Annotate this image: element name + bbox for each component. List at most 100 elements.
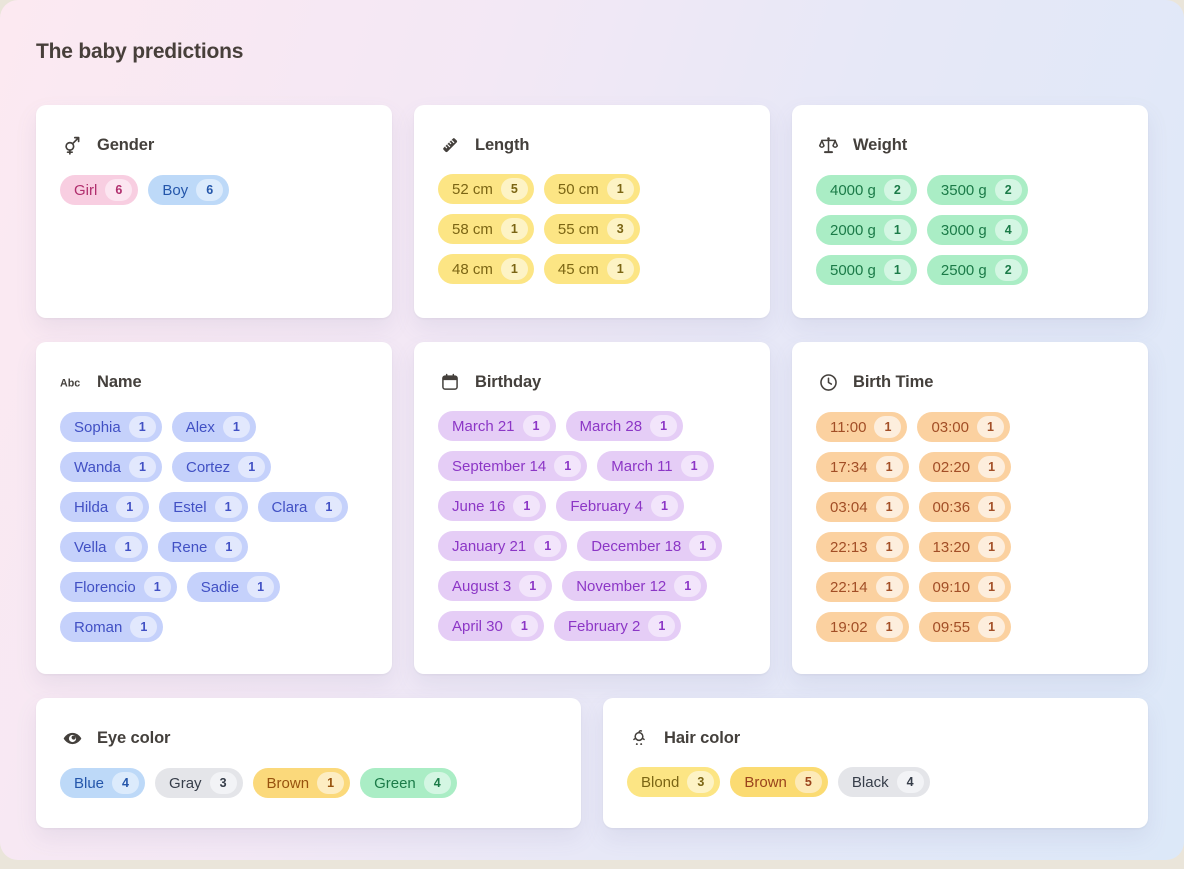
prediction-pill[interactable]: Blue4: [60, 768, 145, 798]
prediction-pill[interactable]: June 161: [438, 491, 546, 521]
prediction-pill[interactable]: 13:20 1: [919, 532, 1012, 562]
prediction-pill[interactable]: 09:101: [919, 572, 1012, 602]
prediction-pill[interactable]: Wanda1: [60, 452, 162, 482]
card-title: Hair color: [664, 729, 740, 748]
prediction-pill[interactable]: Clara1: [258, 492, 349, 522]
pill-label: February 2: [568, 619, 641, 634]
prediction-pill[interactable]: Girl6: [60, 175, 138, 205]
prediction-pill[interactable]: Alex1: [172, 412, 256, 442]
prediction-pill[interactable]: 3000 g4: [927, 215, 1028, 245]
prediction-pill[interactable]: Sophia1: [60, 412, 162, 442]
pill-count-badge: 1: [876, 456, 903, 478]
pill-count-badge: 1: [978, 536, 1005, 558]
pill-row: Girl6 Boy 6: [60, 175, 368, 205]
pill-label: Sophia: [74, 420, 121, 435]
pill-label: Florencio: [74, 580, 136, 595]
pill-count-badge: 1: [681, 455, 708, 477]
prediction-pill[interactable]: Green4: [360, 768, 457, 798]
prediction-pill[interactable]: 5000 g1: [816, 255, 917, 285]
pill-label: 22:14: [830, 580, 868, 595]
pill-row: 4000 g2 3500 g2: [816, 175, 1124, 205]
prediction-pill[interactable]: Boy 6: [148, 175, 229, 205]
pill-group: Girl6 Boy 6: [60, 175, 368, 205]
card-header: Hair color: [627, 728, 1124, 748]
letters-icon: Abc: [60, 372, 84, 393]
prediction-pill[interactable]: Brown5: [730, 767, 828, 797]
pill-row: 58 cm1 55 cm3: [438, 214, 746, 244]
prediction-pill[interactable]: 4000 g2: [816, 175, 917, 205]
pill-label: Boy: [162, 183, 188, 198]
prediction-pill[interactable]: Vella1: [60, 532, 148, 562]
prediction-pill[interactable]: Florencio 1: [60, 572, 177, 602]
prediction-pill[interactable]: December 181: [577, 531, 722, 561]
pill-label: Brown: [267, 776, 310, 791]
prediction-pill[interactable]: March 281: [566, 411, 684, 441]
prediction-pill[interactable]: 2500 g2: [927, 255, 1028, 285]
prediction-pill[interactable]: 11:001: [816, 412, 907, 442]
prediction-pill[interactable]: Estel1: [159, 492, 247, 522]
pill-label: 3500 g: [941, 183, 987, 198]
prediction-pill[interactable]: 52 cm5: [438, 174, 534, 204]
pill-label: 03:00: [931, 420, 969, 435]
pill-count-badge: 1: [130, 616, 157, 638]
prediction-pill[interactable]: 09:551: [919, 612, 1012, 642]
prediction-pill[interactable]: Roman1: [60, 612, 163, 642]
pill-count-badge: 1: [144, 576, 171, 598]
pill-label: Green: [374, 776, 416, 791]
pill-row: September 141 March 111: [438, 451, 746, 481]
prediction-pill[interactable]: 03:041: [816, 492, 909, 522]
pill-row: Florencio 1 Sadie1: [60, 572, 368, 602]
pill-count-badge: 1: [978, 496, 1005, 518]
pill-label: 48 cm: [452, 262, 493, 277]
prediction-pill[interactable]: 45 cm1: [544, 254, 640, 284]
prediction-pill[interactable]: November 121: [562, 571, 707, 601]
prediction-pill[interactable]: 3500 g2: [927, 175, 1028, 205]
prediction-pill[interactable]: 17:341: [816, 452, 909, 482]
pill-row: 17:341 02:201: [816, 452, 1124, 482]
prediction-pill[interactable]: 22:131: [816, 532, 909, 562]
pill-count-badge: 6: [196, 179, 223, 201]
prediction-pill[interactable]: 48 cm1: [438, 254, 534, 284]
prediction-pill[interactable]: April 301: [438, 611, 544, 641]
pill-count-badge: 1: [215, 536, 242, 558]
prediction-pill[interactable]: 02:201: [919, 452, 1012, 482]
pill-count-badge: 1: [884, 219, 911, 241]
prediction-pill[interactable]: January 211: [438, 531, 567, 561]
prediction-pill[interactable]: February 21: [554, 611, 682, 641]
ruler-icon: [438, 135, 462, 155]
pill-count-badge: 1: [534, 535, 561, 557]
prediction-pill[interactable]: 2000 g1: [816, 215, 917, 245]
pill-label: 03:04: [830, 500, 868, 515]
prediction-pill[interactable]: 22:141: [816, 572, 909, 602]
pill-count-badge: 1: [977, 416, 1004, 438]
prediction-pill[interactable]: 19:021: [816, 612, 909, 642]
prediction-pill[interactable]: September 141: [438, 451, 587, 481]
pill-row: 52 cm5 50 cm1: [438, 174, 746, 204]
prediction-pill[interactable]: Gray3: [155, 768, 243, 798]
prediction-pill[interactable]: Hilda1: [60, 492, 149, 522]
pill-label: Gray: [169, 776, 202, 791]
prediction-pill[interactable]: Rene1: [158, 532, 249, 562]
prediction-pill[interactable]: March 111: [597, 451, 713, 481]
prediction-pill[interactable]: 03:00 1: [917, 412, 1010, 442]
prediction-pill[interactable]: March 211: [438, 411, 556, 441]
prediction-pill[interactable]: Black4: [838, 767, 930, 797]
pill-label: 13:20: [933, 540, 971, 555]
prediction-pill[interactable]: 58 cm1: [438, 214, 534, 244]
prediction-pill[interactable]: 55 cm3: [544, 214, 640, 244]
pill-label: 5000 g: [830, 263, 876, 278]
pill-count-badge: 3: [687, 771, 714, 793]
card-title: Weight: [853, 136, 907, 155]
pill-count-badge: 1: [554, 455, 581, 477]
prediction-pill[interactable]: Blond3: [627, 767, 720, 797]
prediction-pill[interactable]: Cortez1: [172, 452, 271, 482]
prediction-pill[interactable]: August 31: [438, 571, 552, 601]
prediction-pill[interactable]: February 41: [556, 491, 684, 521]
card-title: Name: [97, 373, 142, 392]
prediction-pill[interactable]: 50 cm1: [544, 174, 640, 204]
baby-predictions-page: The baby predictions Gender Girl6Boy6: [0, 0, 1184, 860]
prediction-pill[interactable]: 00:361: [919, 492, 1012, 522]
pill-row: June 161 February 41: [438, 491, 746, 521]
prediction-pill[interactable]: Sadie1: [187, 572, 280, 602]
prediction-pill[interactable]: Brown1: [253, 768, 351, 798]
